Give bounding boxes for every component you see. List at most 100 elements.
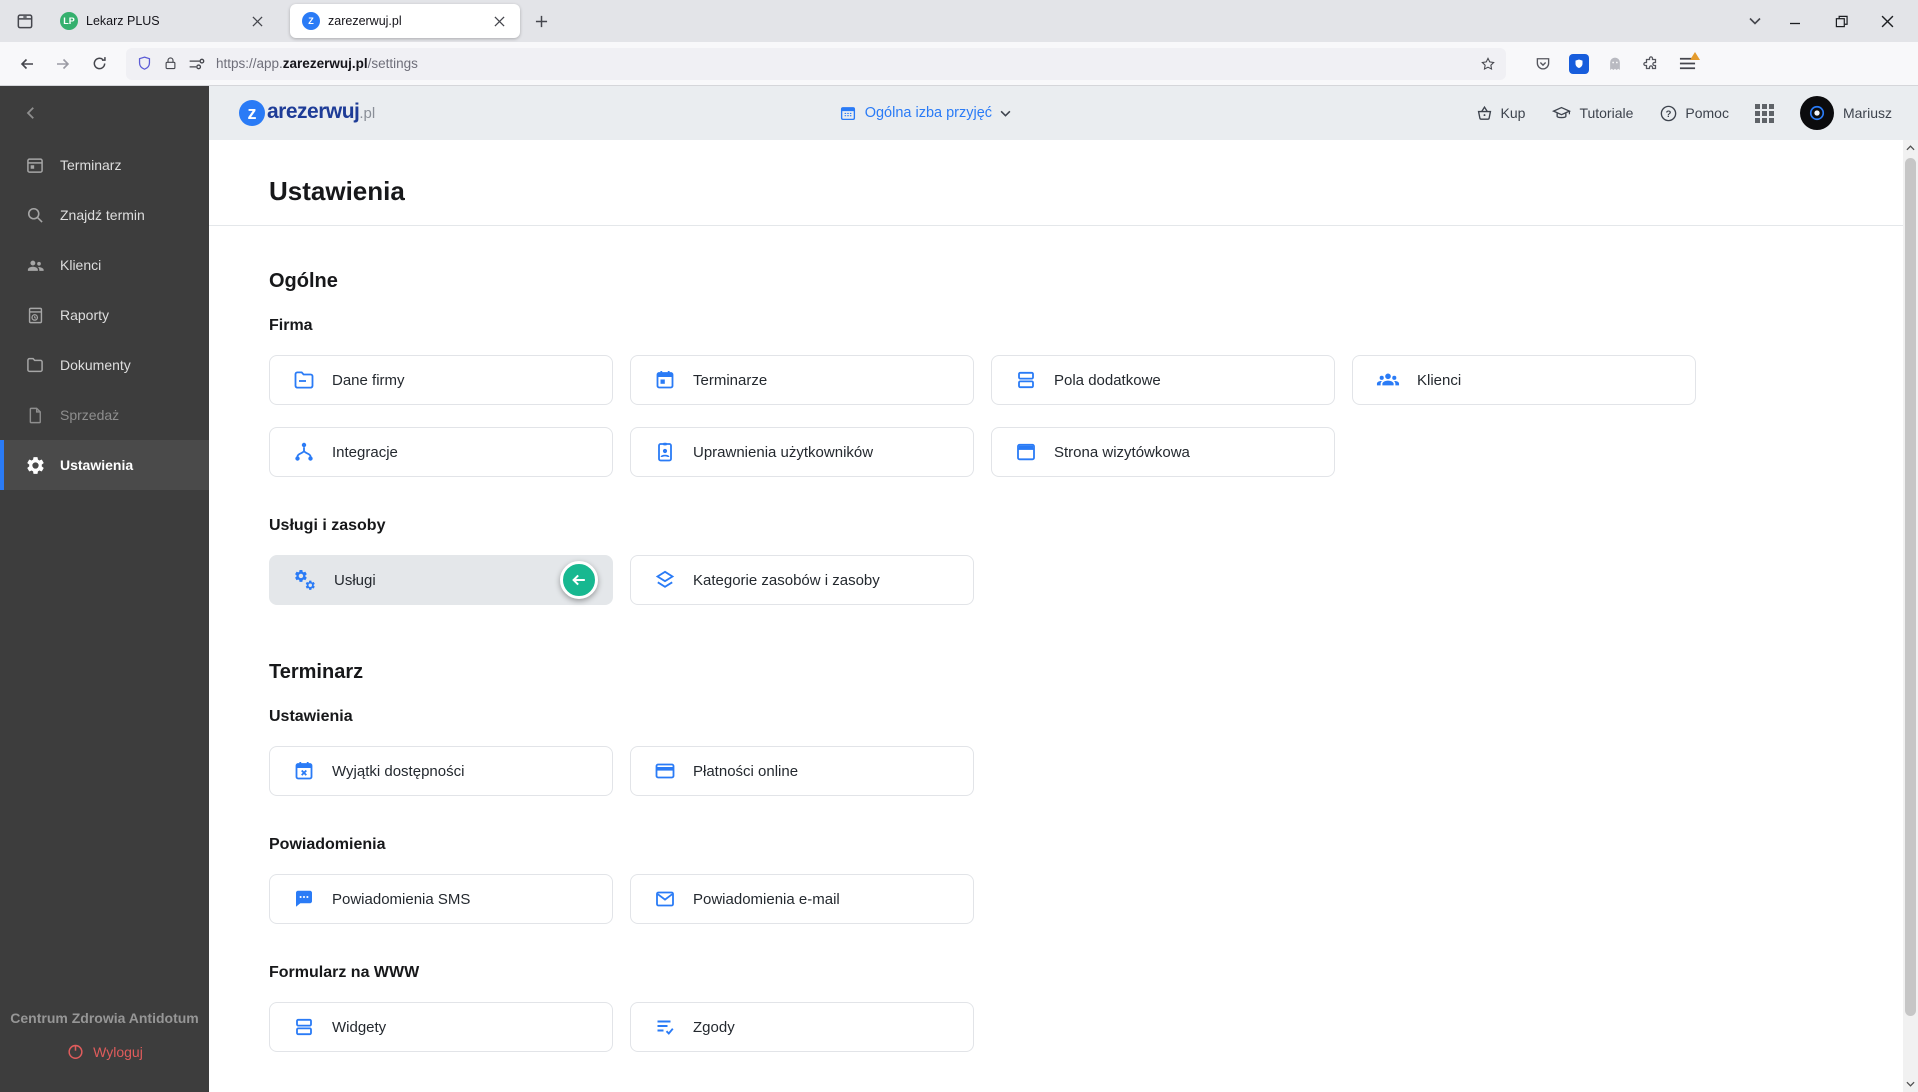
sidebar-item-label: Klienci: [60, 257, 102, 273]
settings-tile-uslugi[interactable]: Usługi: [269, 555, 613, 605]
app-header: z arezerwuj .pl Ogólna izba przyjęć Kup …: [209, 86, 1918, 140]
logout-button[interactable]: Wyloguj: [66, 1042, 143, 1061]
power-icon: [68, 1044, 83, 1059]
sidebar-item-znajdz-termin[interactable]: Znajdź termin: [0, 190, 209, 240]
sidebar-item-sprzedaz[interactable]: Sprzedaż: [0, 390, 209, 440]
sidebar-item-terminarz[interactable]: Terminarz: [0, 140, 209, 190]
browser-tab-lekarz-plus[interactable]: LP Lekarz PLUS: [48, 4, 278, 38]
scrollbar-thumb[interactable]: [1905, 158, 1916, 1016]
scroll-down-button[interactable]: [1903, 1076, 1918, 1092]
restore-icon: [1835, 15, 1848, 27]
puzzle-icon: [1643, 55, 1657, 69]
settings-tile-klienci[interactable]: Klienci: [1352, 355, 1696, 405]
settings-tile-powiadomienia-email[interactable]: Powiadomienia e-mail: [630, 874, 974, 924]
user-name: Mariusz: [1842, 105, 1892, 121]
apps-grid-button[interactable]: [1754, 103, 1774, 123]
tab-close-button[interactable]: [246, 10, 268, 32]
tab-close-button[interactable]: [488, 10, 510, 32]
pocket-extension-button[interactable]: [1530, 51, 1556, 77]
ghost-icon: [1610, 57, 1620, 70]
resources-layers-icon: [655, 570, 675, 588]
chevron-down-icon: [1906, 1081, 1915, 1087]
settings-tile-zgody[interactable]: Zgody: [630, 1002, 974, 1052]
firefox-view-button[interactable]: [8, 6, 42, 36]
settings-tile-integracje[interactable]: Integracje: [269, 427, 613, 477]
sidebar-collapse-button[interactable]: [14, 96, 48, 130]
user-menu[interactable]: Mariusz: [1799, 96, 1892, 130]
window-restore-button[interactable]: [1818, 4, 1864, 38]
arrow-right-icon: [57, 58, 70, 69]
group-title: Usługi i zasoby: [269, 517, 386, 534]
company-data-icon: [294, 371, 314, 389]
window-close-button[interactable]: [1864, 4, 1910, 38]
calendar-icon: [840, 107, 855, 121]
section-title-ogolne: Ogólne: [269, 270, 338, 292]
sidebar-item-label: Dokumenty: [60, 357, 131, 373]
window-minimize-button[interactable]: [1772, 4, 1818, 38]
vertical-scrollbar[interactable]: [1903, 140, 1918, 1092]
sidebar-item-ustawienia[interactable]: Ustawienia: [0, 440, 209, 490]
buy-button[interactable]: Kup: [1475, 104, 1525, 123]
settings-tile-powiadomienia-sms[interactable]: Powiadomienia SMS: [269, 874, 613, 924]
close-icon: [251, 15, 263, 27]
new-tab-button[interactable]: [526, 6, 556, 36]
group-title: Ustawienia: [269, 708, 353, 725]
consents-icon: [657, 1020, 674, 1035]
reload-button[interactable]: [82, 48, 116, 80]
tab-favicon: LP: [60, 12, 78, 30]
user-permissions-icon: [658, 442, 672, 462]
back-button[interactable]: [10, 48, 44, 80]
minimize-icon: [1790, 22, 1800, 25]
sidebar-item-klienci[interactable]: Klienci: [0, 240, 209, 290]
forward-button[interactable]: [46, 48, 80, 80]
bitwarden-extension-button[interactable]: [1566, 51, 1592, 77]
ghostery-extension-button[interactable]: [1602, 51, 1628, 77]
sidebar-item-label: Raporty: [60, 307, 110, 323]
group-formularz-www: Formularz na WWW Widgety Zgody: [269, 964, 1858, 1052]
extension-toolbar: [1516, 51, 1710, 77]
tutorials-button[interactable]: Tutoriale: [1551, 104, 1633, 123]
settings-tile-widgety[interactable]: Widgety: [269, 1002, 613, 1052]
integrations-icon: [295, 442, 313, 461]
settings-tile-uprawnienia-uzytkownikow[interactable]: Uprawnienia użytkowników: [630, 427, 974, 477]
clients-icon: [1376, 373, 1400, 386]
arrow-left-icon: [572, 574, 585, 586]
list-all-tabs-button[interactable]: [1738, 6, 1772, 36]
settings-tile-strona-wizytowkowa[interactable]: Strona wizytówkowa: [991, 427, 1335, 477]
group-uslugi-i-zasoby: Usługi i zasoby Usługi Kategorie zasobów…: [269, 517, 1858, 605]
plus-icon: [535, 15, 547, 27]
file-icon: [24, 406, 46, 425]
firefox-view-icon: [17, 14, 33, 29]
settings-tile-platnosci-online[interactable]: Płatności online: [630, 746, 974, 796]
scroll-up-button[interactable]: [1903, 140, 1918, 156]
settings-tile-pola-dodatkowe[interactable]: Pola dodatkowe: [991, 355, 1335, 405]
tutorial-pointer-badge: [560, 561, 598, 599]
extensions-button[interactable]: [1638, 51, 1664, 77]
app-menu-button[interactable]: [1674, 51, 1700, 77]
bookmark-star-icon[interactable]: [1480, 56, 1496, 72]
email-icon: [656, 891, 674, 907]
location-selector[interactable]: Ogólna izba przyjęć: [839, 104, 1011, 122]
tab-title: Lekarz PLUS: [86, 14, 160, 28]
app-logo[interactable]: z arezerwuj .pl: [239, 100, 375, 126]
help-button[interactable]: ? Pomoc: [1659, 104, 1729, 123]
settings-tile-dane-firmy[interactable]: Dane firmy: [269, 355, 613, 405]
help-icon: ?: [1661, 105, 1677, 121]
company-name: Centrum Zdrowia Antidotum: [10, 1010, 199, 1026]
folder-icon: [24, 355, 46, 375]
browser-tab-zarezerwuj[interactable]: Z zarezerwuj.pl: [290, 4, 520, 38]
group-title: Formularz na WWW: [269, 964, 420, 981]
svg-text:?: ?: [1666, 108, 1672, 119]
permissions-icon: [189, 58, 205, 69]
sidebar-item-dokumenty[interactable]: Dokumenty: [0, 340, 209, 390]
tracking-shield-icon: [138, 56, 151, 70]
availability-exceptions-icon: [295, 762, 313, 780]
url-bar[interactable]: https://app.zarezerwuj.pl/settings: [126, 47, 1506, 80]
sidebar-item-raporty[interactable]: Raporty: [0, 290, 209, 340]
group-ustawienia: Ustawienia Wyjątki dostępności Płatności…: [269, 708, 1858, 796]
settings-tile-kategorie-zasobow[interactable]: Kategorie zasobów i zasoby: [630, 555, 974, 605]
settings-tile-wyjatki-dostepnosci[interactable]: Wyjątki dostępności: [269, 746, 613, 796]
settings-tile-terminarze[interactable]: Terminarze: [630, 355, 974, 405]
logo-mark: z: [239, 100, 265, 126]
sidebar-item-label: Znajdź termin: [60, 207, 145, 223]
